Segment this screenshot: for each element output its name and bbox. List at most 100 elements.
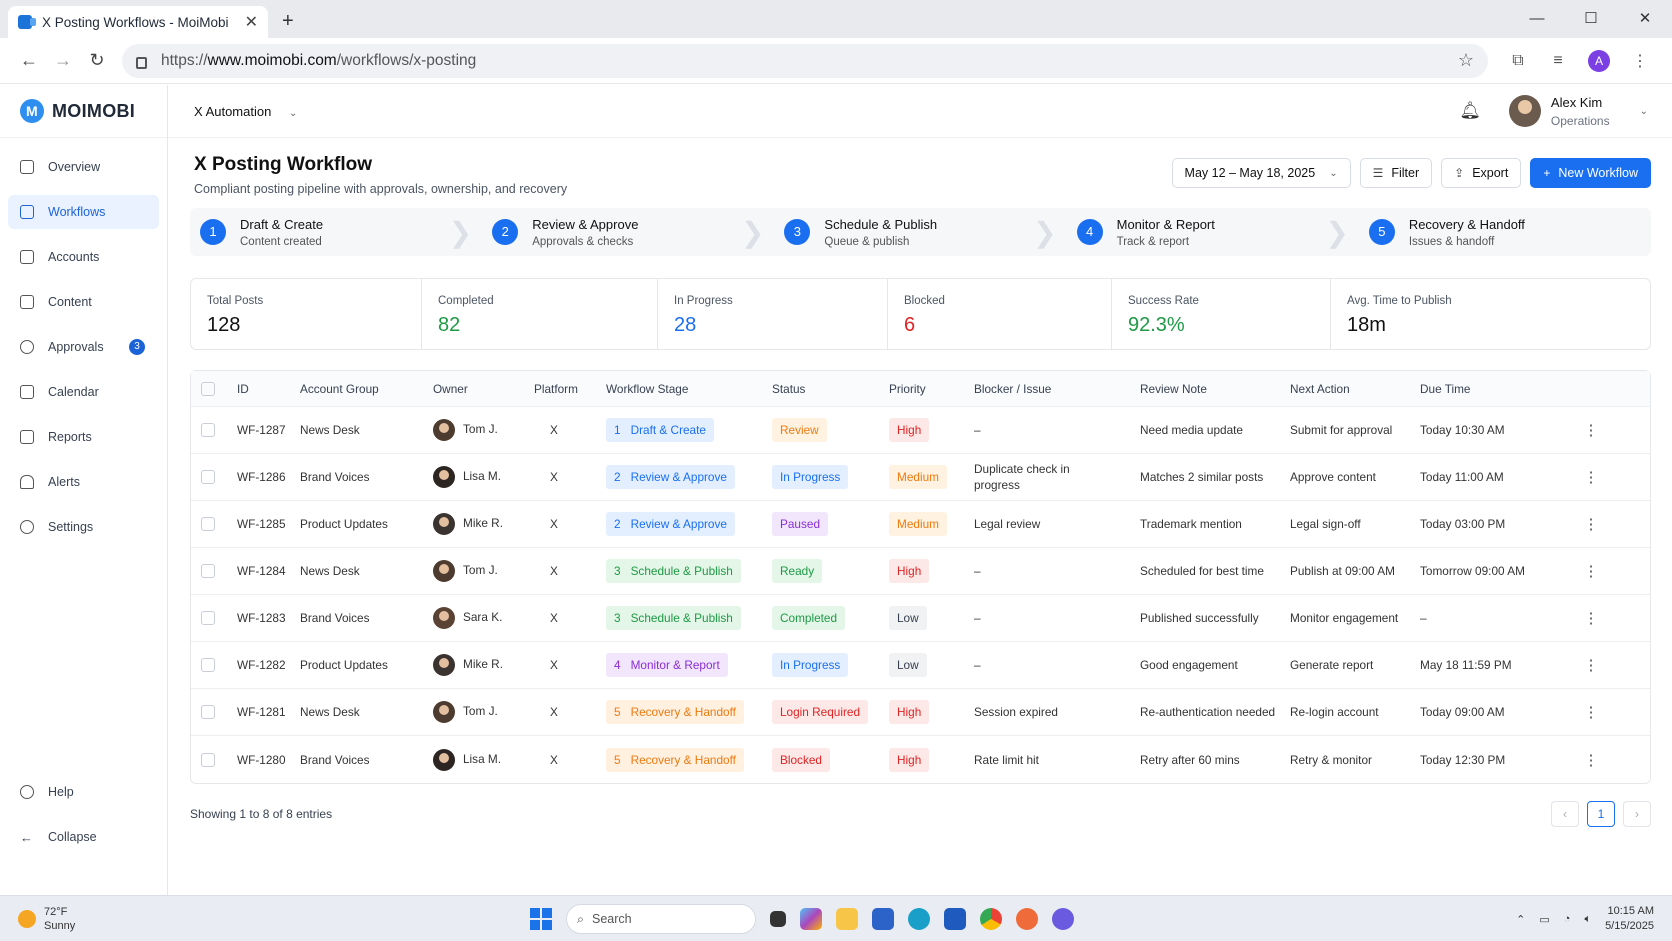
app-purple-icon[interactable] bbox=[1052, 908, 1074, 930]
table-row[interactable]: WF-1283 Brand Voices Sara K. X 3 Schedule… bbox=[191, 595, 1650, 642]
table-row[interactable]: WF-1285 Product Updates Mike R. X 2 Revie… bbox=[191, 501, 1650, 548]
chrome-icon[interactable] bbox=[980, 908, 1002, 930]
sidebar-item-approvals[interactable]: Approvals 3 bbox=[8, 330, 159, 364]
stage-badge[interactable]: 5 Recovery & Handoff bbox=[606, 747, 744, 772]
stage-badge[interactable]: 1 Draft & Create bbox=[606, 418, 714, 442]
table-row[interactable]: WF-1286 Brand Voices Lisa M. X 2 Review &… bbox=[191, 454, 1650, 501]
table-row[interactable]: WF-1284 News Desk Tom J. X 3 Schedule & P… bbox=[191, 548, 1650, 595]
app-orange-icon[interactable] bbox=[1016, 908, 1038, 930]
select-all-checkbox[interactable] bbox=[201, 381, 215, 396]
browser-menu-icon[interactable]: ⋮ bbox=[1620, 51, 1660, 71]
sidebar-item-overview[interactable]: Overview bbox=[8, 150, 159, 184]
row-more-icon[interactable]: ⋮ bbox=[1532, 468, 1650, 486]
windows-start-icon[interactable] bbox=[530, 908, 552, 930]
row-more-icon[interactable]: ⋮ bbox=[1532, 703, 1650, 721]
logo[interactable]: M MOIMOBI bbox=[0, 85, 167, 138]
row-checkbox[interactable] bbox=[201, 517, 215, 531]
table-row[interactable]: WF-1287 News Desk Tom J. X 1 Draft & Crea… bbox=[191, 407, 1650, 454]
header-id[interactable]: ID bbox=[237, 382, 300, 396]
edge-icon[interactable] bbox=[908, 908, 930, 930]
workflow-step[interactable]: 5 Recovery & Handoff Issues & handoff bbox=[1359, 208, 1651, 256]
stage-badge[interactable]: 3 Schedule & Publish bbox=[606, 606, 741, 630]
row-checkbox[interactable] bbox=[201, 658, 215, 672]
page-number[interactable]: 1 bbox=[1587, 801, 1615, 827]
volume-icon[interactable]: 🔈︎ bbox=[1584, 913, 1591, 926]
copilot-icon[interactable] bbox=[800, 908, 822, 930]
maximize-icon[interactable]: ☐ bbox=[1564, 0, 1618, 38]
row-more-icon[interactable]: ⋮ bbox=[1532, 421, 1650, 439]
header-note[interactable]: Review Note bbox=[1140, 382, 1290, 396]
row-more-icon[interactable]: ⋮ bbox=[1532, 515, 1650, 533]
sidebar-item-help[interactable]: Help bbox=[8, 775, 159, 809]
media-queue-icon[interactable]: ≡ bbox=[1538, 52, 1578, 70]
close-tab-icon[interactable]: ✕ bbox=[245, 12, 258, 32]
header-blocker[interactable]: Blocker / Issue bbox=[974, 382, 1140, 396]
row-more-icon[interactable]: ⋮ bbox=[1532, 562, 1650, 580]
notification-bell-icon[interactable]: 🔔︎ bbox=[1459, 101, 1481, 121]
store-icon[interactable] bbox=[872, 908, 894, 930]
header-status[interactable]: Status bbox=[772, 382, 889, 396]
sidebar-item-calendar[interactable]: Calendar bbox=[8, 375, 159, 409]
row-checkbox[interactable] bbox=[201, 564, 215, 578]
forward-icon[interactable]: → bbox=[46, 50, 80, 71]
word-icon[interactable] bbox=[944, 908, 966, 930]
stage-badge[interactable]: 2 Review & Approve bbox=[606, 465, 735, 489]
user-menu[interactable]: Alex Kim Operations bbox=[1551, 95, 1610, 128]
stage-badge[interactable]: 3 Schedule & Publish bbox=[606, 559, 741, 583]
next-page-icon[interactable]: › bbox=[1623, 801, 1651, 827]
profile-avatar[interactable]: A bbox=[1588, 49, 1610, 72]
stage-badge[interactable]: 2 Review & Approve bbox=[606, 512, 735, 536]
task-view-icon[interactable] bbox=[770, 911, 786, 927]
browser-tab[interactable]: X Posting Workflows - MoiMobi ✕ bbox=[8, 6, 268, 38]
minimize-icon[interactable]: — bbox=[1510, 0, 1564, 38]
row-more-icon[interactable]: ⋮ bbox=[1532, 656, 1650, 674]
wifi-icon[interactable]: ◔ bbox=[1564, 913, 1571, 925]
new-tab-icon[interactable]: + bbox=[282, 10, 294, 33]
sidebar-item-accounts[interactable]: Accounts bbox=[8, 240, 159, 274]
row-checkbox[interactable] bbox=[201, 705, 215, 719]
sidebar-item-collapse[interactable]: ← Collapse bbox=[8, 820, 159, 854]
reload-icon[interactable]: ↻ bbox=[80, 50, 114, 71]
new-workflow-button[interactable]: + New Workflow bbox=[1530, 158, 1651, 188]
stage-badge[interactable]: 5 Recovery & Handoff bbox=[606, 700, 744, 724]
row-checkbox[interactable] bbox=[201, 423, 215, 437]
table-row[interactable]: WF-1280 Brand Voices Lisa M. X 5 Recovery… bbox=[191, 736, 1650, 783]
address-bar[interactable]: https://www.moimobi.com/workflows/x-post… bbox=[122, 43, 1488, 78]
weather-widget[interactable]: 72°F Sunny bbox=[18, 906, 75, 932]
back-icon[interactable]: ← bbox=[12, 50, 46, 71]
bookmark-star-icon[interactable]: ☆ bbox=[1458, 50, 1474, 71]
row-more-icon[interactable]: ⋮ bbox=[1532, 751, 1650, 769]
sidebar-item-content[interactable]: Content bbox=[8, 285, 159, 319]
user-avatar[interactable] bbox=[1508, 95, 1541, 127]
header-next[interactable]: Next Action bbox=[1290, 382, 1420, 396]
row-more-icon[interactable]: ⋮ bbox=[1532, 609, 1650, 627]
row-checkbox[interactable] bbox=[201, 470, 215, 484]
workflow-step[interactable]: 2 Review & Approve Approvals & checks ❯ bbox=[482, 208, 774, 256]
table-row[interactable]: WF-1281 News Desk Tom J. X 5 Recovery & H… bbox=[191, 689, 1650, 736]
row-checkbox[interactable] bbox=[201, 752, 215, 767]
close-window-icon[interactable]: ✕ bbox=[1618, 0, 1672, 38]
export-button[interactable]: ⇪ Export bbox=[1441, 158, 1522, 188]
header-due[interactable]: Due Time bbox=[1420, 382, 1532, 396]
header-platform[interactable]: Platform bbox=[534, 382, 606, 396]
battery-icon[interactable]: ▭ bbox=[1539, 913, 1549, 926]
header-stage[interactable]: Workflow Stage bbox=[606, 382, 772, 396]
row-checkbox[interactable] bbox=[201, 611, 215, 625]
chevron-up-icon[interactable]: ⌃ bbox=[1516, 913, 1525, 926]
workflow-step[interactable]: 4 Monitor & Report Track & report ❯ bbox=[1067, 208, 1359, 256]
sidebar-item-workflows[interactable]: Workflows bbox=[8, 195, 159, 229]
workflow-step[interactable]: 1 Draft & Create Content created ❯ bbox=[190, 208, 482, 256]
workflow-step[interactable]: 3 Schedule & Publish Queue & publish ❯ bbox=[774, 208, 1066, 256]
prev-page-icon[interactable]: ‹ bbox=[1551, 801, 1579, 827]
clock[interactable]: 10:15 AM 5/15/2025 bbox=[1605, 904, 1654, 934]
taskbar-search[interactable]: ⌕ Search bbox=[566, 904, 756, 934]
header-owner[interactable]: Owner bbox=[433, 382, 534, 396]
header-priority[interactable]: Priority bbox=[889, 382, 974, 396]
sidebar-item-settings[interactable]: Settings bbox=[8, 510, 159, 544]
header-account[interactable]: Account Group bbox=[300, 382, 433, 396]
date-range-picker[interactable]: May 12 – May 18, 2025 ⌄ bbox=[1171, 158, 1351, 188]
sidebar-item-alerts[interactable]: Alerts bbox=[8, 465, 159, 499]
filter-button[interactable]: ☰ Filter bbox=[1359, 158, 1433, 188]
extensions-icon[interactable]: ⧉ bbox=[1498, 52, 1538, 70]
table-row[interactable]: WF-1282 Product Updates Mike R. X 4 Monit… bbox=[191, 642, 1650, 689]
